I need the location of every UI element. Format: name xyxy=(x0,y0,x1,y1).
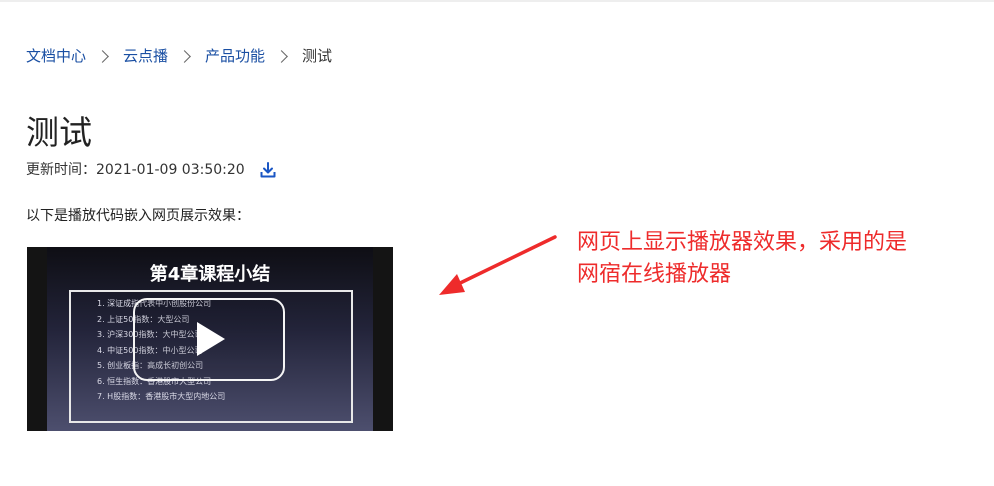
breadcrumb: 文档中心 云点播 产品功能 测试 xyxy=(26,46,332,66)
download-icon xyxy=(260,162,276,178)
breadcrumb-item-features[interactable]: 产品功能 xyxy=(205,46,265,66)
annotation-arrow-icon xyxy=(439,235,557,295)
intro-text: 以下是播放代码嵌入网页展示效果： xyxy=(26,208,250,224)
annotation-text: 网页上显示播放器效果，采用的是 网宿在线播放器 xyxy=(577,227,977,291)
annotation-line-1: 网页上显示播放器效果，采用的是 xyxy=(577,230,908,255)
play-icon xyxy=(197,322,225,356)
update-time-label: 更新时间： xyxy=(26,162,96,178)
slide-title: 第4章课程小结 xyxy=(149,264,271,285)
chevron-right-icon xyxy=(178,49,191,63)
play-button[interactable] xyxy=(133,298,285,381)
breadcrumb-item-vod[interactable]: 云点播 xyxy=(123,46,168,66)
chevron-right-icon xyxy=(96,49,109,63)
breadcrumb-item-doc-center[interactable]: 文档中心 xyxy=(26,46,86,66)
page: 文档中心 云点播 产品功能 测试 测试 更新时间： 2021-01-09 03:… xyxy=(0,0,994,486)
breadcrumb-current: 测试 xyxy=(302,47,333,65)
download-button[interactable] xyxy=(259,161,277,179)
update-time-row: 更新时间： 2021-01-09 03:50:20 xyxy=(26,160,277,180)
chevron-right-icon xyxy=(275,49,288,63)
top-divider xyxy=(0,0,994,2)
update-time-value: 2021-01-09 03:50:20 xyxy=(96,162,245,178)
page-title: 测试 xyxy=(26,113,92,152)
slide-list-item: 7. H股指数：香港股市大型内地公司 xyxy=(97,392,226,401)
annotation-line-2: 网宿在线播放器 xyxy=(577,262,732,287)
